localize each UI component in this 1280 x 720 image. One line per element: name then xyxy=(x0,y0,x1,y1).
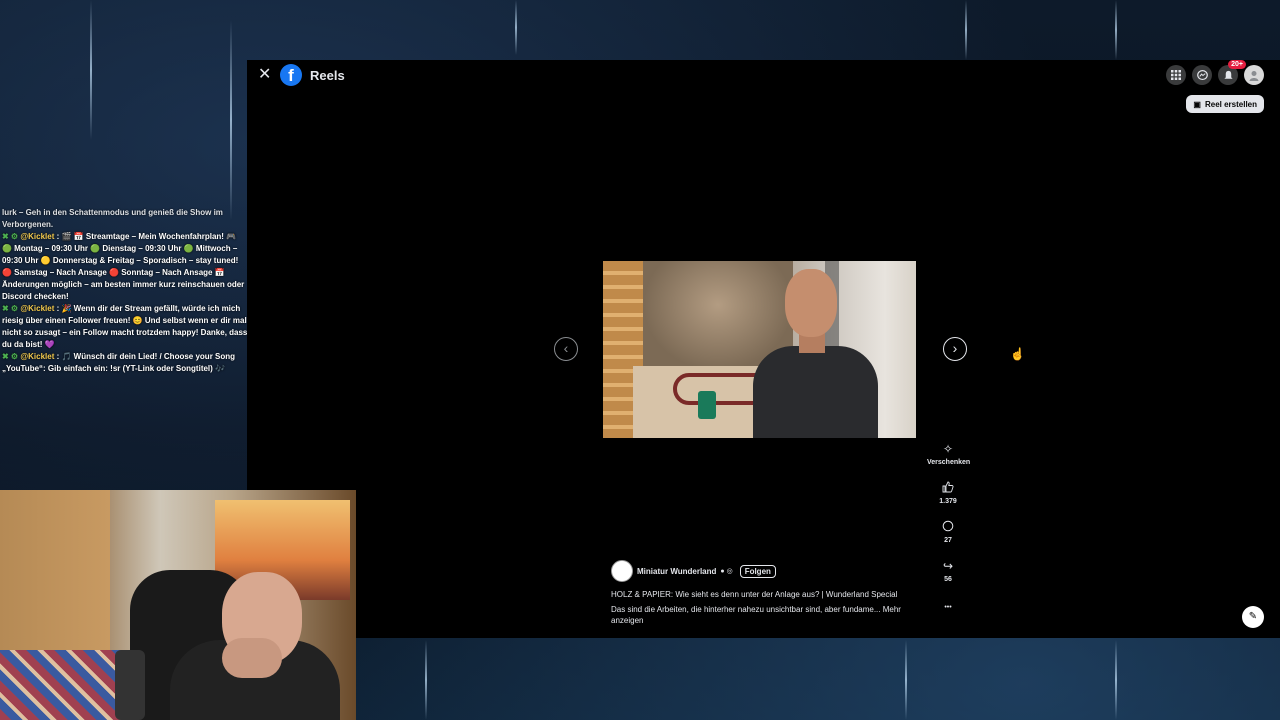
camera-icon: ▣ xyxy=(1193,99,1201,109)
chat-username: @Kicklet xyxy=(20,232,55,241)
more-icon: ••• xyxy=(944,604,952,611)
menu-grid-icon[interactable] xyxy=(1166,65,1186,85)
comment-icon xyxy=(927,520,969,534)
notification-badge: 20+ xyxy=(1228,60,1246,69)
reel-title: HOLZ & PAPIER: Wie sieht es denn unter d… xyxy=(611,590,898,599)
author-avatar[interactable] xyxy=(611,560,633,582)
light-streak xyxy=(1115,640,1117,720)
top-icon-bar: 20+ xyxy=(1166,60,1264,85)
page-title: Reels xyxy=(310,68,345,83)
comment-count: 27 xyxy=(944,537,952,544)
chat-username: @Kicklet xyxy=(20,304,55,313)
webcam-feed xyxy=(0,490,356,720)
profile-avatar[interactable] xyxy=(1244,65,1264,85)
light-streak xyxy=(230,20,232,220)
reel-description[interactable]: Das sind die Arbeiten, die hinterher nah… xyxy=(611,604,911,626)
verified-icon: ● ◎ xyxy=(720,568,733,575)
stream-chat-overlay: lurk – Geh in den Schattenmodus und geni… xyxy=(0,207,250,375)
follow-button[interactable]: Folgen xyxy=(739,564,776,578)
more-options-button[interactable]: ••• xyxy=(927,601,969,615)
messenger-icon[interactable] xyxy=(1192,65,1212,85)
share-count: 56 xyxy=(944,576,952,583)
like-button[interactable]: 1.379 xyxy=(927,481,969,505)
chat-message-partial: lurk – Geh in den Schattenmodus und geni… xyxy=(2,208,223,229)
create-reel-label: Reel erstellen xyxy=(1204,99,1257,109)
reel-info: Miniatur Wunderland ● ◎ Folgen HOLZ & PA… xyxy=(611,560,911,626)
gift-label: Verschenken xyxy=(927,459,971,466)
notifications-icon[interactable]: 20+ xyxy=(1218,60,1246,85)
gift-icon: ✧ xyxy=(942,442,954,456)
reel-video-player[interactable] xyxy=(603,261,916,438)
chat-text: 🎬 📅 Streamtage – Mein Wochenfahrplan! 🎮 … xyxy=(2,232,245,301)
facebook-logo-icon[interactable]: f xyxy=(280,64,302,86)
compose-button[interactable]: ✎ xyxy=(1242,606,1264,628)
chat-username: @Kicklet xyxy=(20,352,55,361)
mod-badge-icon: ✖ ⚙ xyxy=(2,232,19,241)
light-streak xyxy=(1115,0,1117,60)
reels-header: ✕ f Reels 20+ ▣ Reel erstellen xyxy=(247,60,1280,113)
create-reel-button[interactable]: ▣ Reel erstellen xyxy=(1186,95,1264,113)
close-icon[interactable]: ✕ xyxy=(258,67,272,83)
facebook-reels-window: ✕ f Reels 20+ ▣ Reel erstellen ‹ › ✧ Ver… xyxy=(247,60,1280,638)
mod-badge-icon: ✖ ⚙ xyxy=(2,352,19,361)
previous-reel-button[interactable]: ‹ xyxy=(554,337,578,361)
share-button[interactable]: ↪ 56 xyxy=(927,559,969,583)
light-streak xyxy=(425,640,427,720)
next-reel-button[interactable]: › xyxy=(943,337,967,361)
author-name[interactable]: Miniatur Wunderland xyxy=(637,567,716,576)
light-streak xyxy=(515,0,517,55)
light-streak xyxy=(965,0,967,60)
chat-message: ✖ ⚙ @Kicklet : 🎉 Wenn dir der Stream gef… xyxy=(2,304,248,349)
light-streak xyxy=(905,640,907,720)
mouse-cursor-icon: ☝ xyxy=(1010,347,1025,361)
chat-message: ✖ ⚙ @Kicklet : 🎵 Wünsch dir dein Lied! /… xyxy=(2,352,236,373)
share-icon: ↪ xyxy=(942,559,954,573)
light-streak xyxy=(90,0,92,140)
like-count: 1.379 xyxy=(939,498,957,505)
like-icon xyxy=(927,481,969,495)
gift-button[interactable]: ✧ Verschenken xyxy=(927,442,971,466)
mod-badge-icon: ✖ ⚙ xyxy=(2,304,19,313)
author-row: Miniatur Wunderland ● ◎ Folgen xyxy=(611,560,911,582)
chat-message: ✖ ⚙ @Kicklet : 🎬 📅 Streamtage – Mein Woc… xyxy=(2,232,245,301)
comment-button[interactable]: 27 xyxy=(927,520,969,544)
